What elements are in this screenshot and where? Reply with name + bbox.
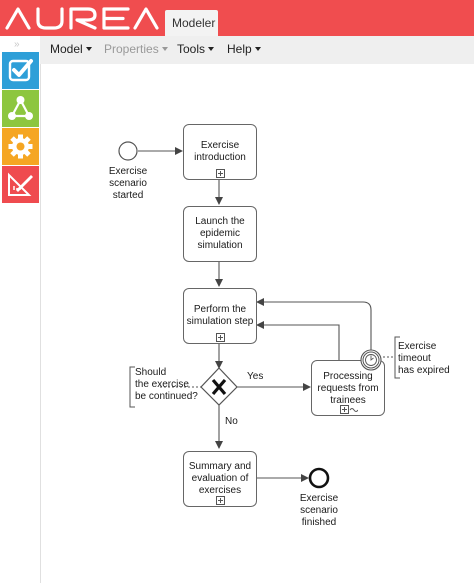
subprocess-marker-icon [216,496,225,505]
gateway-annotation-text: Should the exercise be continued? [135,367,198,402]
flow-yes-label: Yes [247,371,264,382]
subprocess-marker-icon [216,333,225,342]
task-launch-simulation[interactable]: Launch the epidemic simulation [183,206,257,262]
task-exercise-introduction[interactable]: Exercise introduction [183,124,257,180]
task-perform-simulation-step[interactable]: Perform the simulation step [183,288,257,344]
adhoc-subprocess-marker-icon [340,405,358,414]
subprocess-marker-icon [216,169,225,178]
start-event-label: Exercise scenario started [108,166,148,201]
flow-no-label: No [225,416,238,427]
end-event [308,467,330,489]
task-label: Summary and evaluation of exercises [188,461,252,496]
timer-boundary-event-icon[interactable] [360,349,382,371]
task-label: Processing requests from trainees [317,371,379,406]
flow-timeout-to-perform [256,298,372,350]
end-event-label: Exercise scenario finished [299,493,339,528]
start-event [118,141,138,161]
task-label: Perform the simulation step [186,304,254,327]
flow-processing-to-perform [256,321,340,360]
timer-annotation-text: Exercise timeout has expired [398,341,450,376]
task-label: Exercise introduction [194,140,246,163]
task-label: Launch the epidemic simulation [195,216,245,251]
task-summary-evaluation[interactable]: Summary and evaluation of exercises [183,451,257,507]
exclusive-gateway [200,367,238,406]
